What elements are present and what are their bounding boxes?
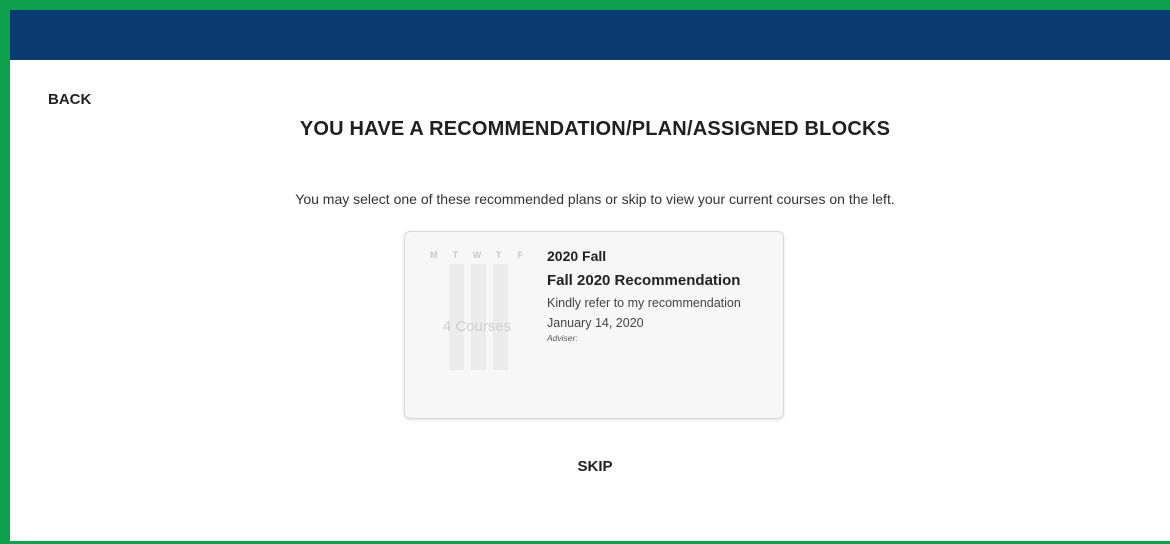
schedule-column [493, 264, 508, 370]
plan-name: Fall 2020 Recommendation [547, 272, 741, 289]
schedule-column [449, 264, 464, 370]
weekday-label: W [472, 250, 482, 260]
weekday-label: T [495, 250, 502, 260]
weekday-label: T [452, 250, 459, 260]
weekday-label: M [430, 250, 438, 260]
back-button[interactable]: BACK [48, 91, 91, 108]
plan-term: 2020 Fall [547, 248, 607, 264]
skip-container: SKIP [0, 458, 1170, 475]
skip-button[interactable]: SKIP [577, 458, 612, 475]
week-schedule-preview: M T W T F 4 Courses [423, 250, 531, 370]
page-subtitle: You may select one of these recommended … [295, 191, 895, 207]
plan-info: 2020 Fall Fall 2020 Recommendation Kindl… [547, 248, 767, 343]
page-title: YOU HAVE A RECOMMENDATION/PLAN/ASSIGNED … [299, 118, 891, 140]
plan-date: January 14, 2020 [547, 316, 644, 330]
weekday-header: M T W T F [423, 250, 531, 262]
plan-adviser: Adviser: [547, 333, 578, 343]
plan-description: Kindly refer to my recommendation [547, 296, 741, 310]
recommended-plan-card[interactable]: M T W T F 4 Courses 2020 Fall Fall 2020 … [404, 231, 784, 419]
schedule-column [471, 264, 486, 370]
course-count: 4 Courses [442, 318, 512, 335]
header-bar [10, 10, 1170, 60]
weekday-label: F [517, 250, 523, 260]
